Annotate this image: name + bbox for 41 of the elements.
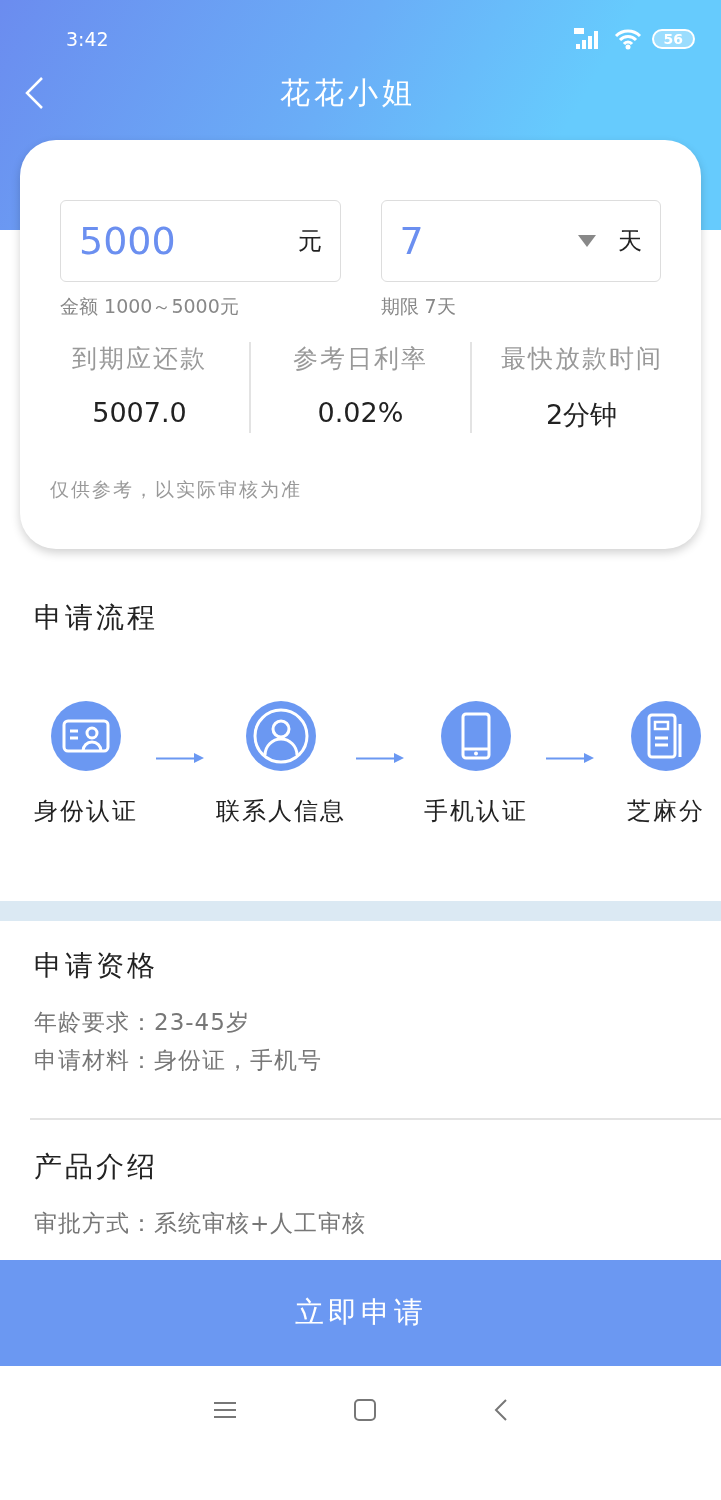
section-title: 申请资格: [34, 948, 159, 984]
back-icon: [24, 76, 46, 110]
page-title: 花花小姐: [278, 73, 417, 112]
step-label: 手机认证: [424, 796, 528, 827]
status-time: 3:42: [66, 28, 109, 50]
arrow-icon: [546, 753, 596, 763]
section-title: 产品介绍: [34, 1149, 159, 1185]
amount-field[interactable]: 5000 元: [60, 200, 341, 282]
step-label: 身份认证: [34, 796, 138, 827]
stat-label: 到期应还款: [72, 343, 207, 375]
term-dropdown[interactable]: 7 天: [380, 200, 661, 282]
phone-icon[interactable]: [441, 701, 511, 771]
home-icon[interactable]: [353, 1398, 376, 1421]
arrow-icon: [356, 753, 406, 763]
id-card-icon[interactable]: [51, 701, 121, 771]
unit-label: 元: [297, 226, 322, 257]
back-icon[interactable]: [493, 1398, 508, 1421]
section-title: 申请流程: [34, 600, 159, 636]
amount-hint: 金额 1000～5000元: [60, 294, 240, 319]
battery-level: 56: [651, 29, 695, 49]
info-text: 年龄要求：23-45岁: [34, 1008, 251, 1037]
info-text: 审批方式：系统审核+人工审核: [34, 1209, 368, 1238]
unit-label: 天: [618, 226, 642, 257]
amount-value: 5000: [79, 219, 177, 263]
step-label: 联系人信息: [216, 796, 346, 827]
menu-icon[interactable]: [213, 1400, 236, 1419]
person-icon[interactable]: [246, 701, 316, 771]
stat-value: 2分钟: [544, 398, 619, 432]
term-hint: 期限 7天: [380, 294, 457, 319]
stat-value: 5007.0: [91, 397, 188, 428]
stat-label: 参考日利率: [293, 343, 428, 375]
step-label: 芝麻分: [627, 796, 705, 827]
stat-label: 最快放款时间: [500, 343, 663, 375]
arrow-icon: [156, 753, 206, 763]
wifi-icon: [613, 28, 642, 50]
disclaimer-text: 仅供参考，以实际审核为准: [50, 477, 303, 502]
info-text: 申请材料：身份证，手机号: [34, 1046, 323, 1075]
stat-value: 0.02%: [316, 397, 405, 428]
document-icon[interactable]: [631, 701, 701, 771]
caret-icon: [578, 235, 596, 247]
term-value: 7: [399, 219, 425, 263]
